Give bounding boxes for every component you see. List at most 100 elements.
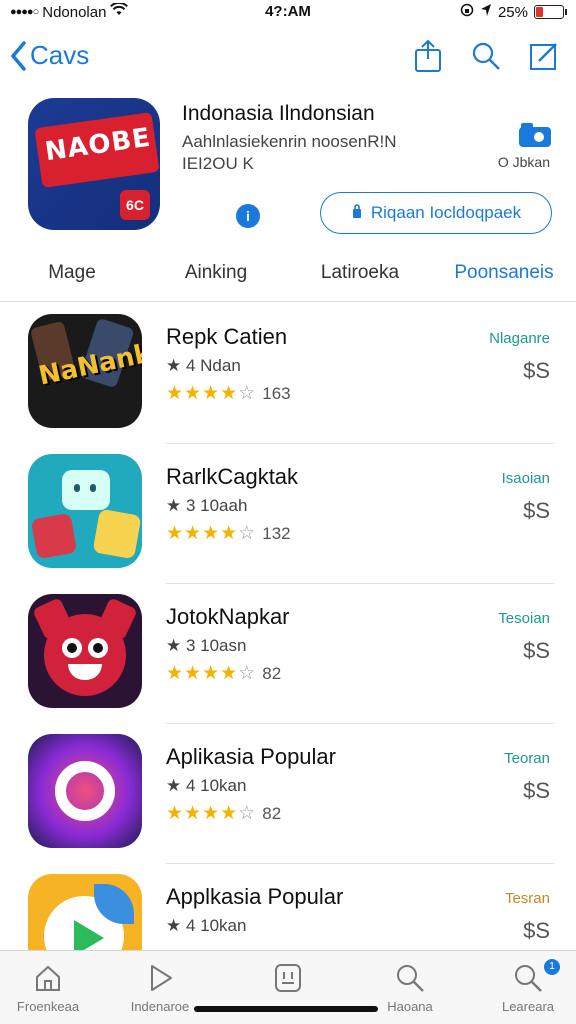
app-name: RarlkCagktak <box>166 464 299 489</box>
app-icon <box>28 594 142 708</box>
rating-count: 163 <box>262 383 291 403</box>
app-price[interactable]: $S <box>523 918 550 944</box>
star-empty-icon: ☆ <box>238 663 256 684</box>
app-category: Tesoian <box>498 610 550 627</box>
star-icon: ★ <box>184 663 202 684</box>
app-price[interactable]: $S <box>523 778 550 804</box>
chevron-left-icon <box>11 40 26 71</box>
app-category: Nlaganre <box>489 330 550 347</box>
app-name: Aplikasia Popular <box>166 744 336 769</box>
app-list: NaNank Repk Catien ★ 4 Ndan ★ ★ ★ ★ ☆ 163 Nl… <box>0 304 576 1004</box>
tabbar-label: Froenkeaa <box>16 999 80 1014</box>
compose-button[interactable] <box>528 38 560 74</box>
camera-icon <box>519 123 551 147</box>
rating-stars: ★ ★ ★ ★ ☆ 132 <box>166 522 291 545</box>
search-button[interactable] <box>470 38 502 74</box>
star-icon: ★ <box>166 523 184 544</box>
app-price[interactable]: $S <box>523 358 550 384</box>
get-button[interactable]: Riqaan Iocldoqpaek <box>320 192 552 234</box>
star-small-icon: ★ <box>166 356 186 375</box>
star-small-icon: ★ <box>166 636 186 655</box>
icon-shape <box>88 638 108 658</box>
share-button[interactable] <box>412 38 444 74</box>
search-icon <box>472 42 500 70</box>
star-icon: ★ <box>202 663 220 684</box>
star-empty-icon: ☆ <box>238 383 256 404</box>
tabbar-item-home[interactable]: Froenkeaa <box>0 961 96 1014</box>
tab-latiroeka[interactable]: Latiroeka <box>288 256 432 301</box>
featured-subtitle-2: IEI2OU K <box>182 154 254 173</box>
home-indicator[interactable] <box>194 1006 378 1012</box>
share-icon <box>415 39 441 72</box>
battery-fill <box>536 7 543 17</box>
app-price[interactable]: $S <box>523 498 550 524</box>
app-name: JotokNapkar <box>166 604 290 629</box>
app-meta: ★ 4 Ndan <box>166 356 241 376</box>
app-icon: NaNank <box>28 314 142 428</box>
location-icon <box>480 3 492 21</box>
star-empty-icon: ☆ <box>238 803 256 824</box>
list-item[interactable]: RarlkCagktak ★ 3 10aah ★ ★ ★ ★ ☆ 132 Isaoian… <box>0 444 576 584</box>
icon-badge: 6C <box>120 190 150 220</box>
app-name: Repk Catien <box>166 324 288 349</box>
play-icon <box>151 965 172 991</box>
featured-title: Indonasia Ilndonsian <box>182 102 375 125</box>
list-item[interactable]: Aplikasia Popular ★ 4 10kan ★ ★ ★ ★ ☆ 82 Teo… <box>0 724 576 864</box>
rating-count: 82 <box>262 803 282 823</box>
star-icon: ★ <box>166 663 184 684</box>
star-icon: ★ <box>220 803 238 824</box>
star-icon: ★ <box>202 523 220 544</box>
rating-stars: ★ ★ ★ ★ ☆ 163 <box>166 382 291 405</box>
tab-mage[interactable]: Mage <box>0 256 144 301</box>
star-icon: ★ <box>220 663 238 684</box>
star-icon: ★ <box>202 803 220 824</box>
status-right: 25% <box>460 3 567 21</box>
star-icon: ★ <box>184 523 202 544</box>
tabbar-label: Leareara <box>501 999 555 1014</box>
app-meta-text: 4 10kan <box>185 776 247 795</box>
featured-subtitle: Aahlnlasiekenrin noosenR!N <box>182 132 397 151</box>
star-icon: ★ <box>202 383 220 404</box>
featured-camera-button[interactable] <box>518 122 552 153</box>
app-meta-text: 4 10kan <box>185 916 247 935</box>
icon-shape <box>92 508 142 560</box>
battery-percent: 25% <box>497 3 528 21</box>
list-item[interactable]: NaNank Repk Catien ★ 4 Ndan ★ ★ ★ ★ ☆ 163 Nl… <box>0 304 576 444</box>
star-small-icon: ★ <box>166 916 186 935</box>
lock-rotation-icon <box>460 3 474 21</box>
app-meta-text: 3 10aah <box>185 496 248 515</box>
list-item[interactable]: JotokNapkar ★ 3 10asn ★ ★ ★ ★ ☆ 82 Tesoian $… <box>0 584 576 724</box>
lock-icon <box>351 203 363 224</box>
featured-side-label: O Jbkan <box>497 154 550 170</box>
rating-count: 82 <box>262 663 282 683</box>
rating-stars: ★ ★ ★ ★ ☆ 82 <box>166 802 281 825</box>
star-small-icon: ★ <box>166 776 186 795</box>
tab-ainking[interactable]: Ainking <box>144 256 288 301</box>
rating-stars: ★ ★ ★ ★ ☆ 82 <box>166 662 281 685</box>
icon-shape <box>55 761 115 821</box>
tab-poonsaneis[interactable]: Poonsaneis <box>432 256 576 301</box>
tabbar-item-apps[interactable] <box>240 961 336 999</box>
app-meta-text: 3 10asn <box>185 636 247 655</box>
home-icon <box>36 965 60 991</box>
tabbar-item-learn[interactable]: 1 Leareara <box>480 959 576 1014</box>
tabbar-item-play[interactable]: Indenaroe <box>112 961 208 1014</box>
rating-count: 132 <box>262 523 291 543</box>
icon-shape <box>62 470 110 510</box>
app-icon <box>28 734 142 848</box>
app-price[interactable]: $S <box>523 638 550 664</box>
star-icon: ★ <box>166 383 184 404</box>
nav-bar: Cavs <box>0 30 576 86</box>
back-button[interactable]: Cavs <box>10 40 89 71</box>
info-button[interactable]: i <box>236 204 260 228</box>
star-icon: ★ <box>220 383 238 404</box>
compose-icon <box>530 43 557 70</box>
featured-app-icon[interactable]: NAOBE 6C <box>28 98 160 230</box>
star-icon: ★ <box>166 803 184 824</box>
battery-icon <box>534 5 567 19</box>
back-label: Cavs <box>30 40 90 70</box>
icon-shape <box>62 638 82 658</box>
icon-shape <box>44 614 126 696</box>
search-icon <box>397 965 424 992</box>
segment-tabs: Mage Ainking Latiroeka Poonsaneis <box>0 256 576 302</box>
